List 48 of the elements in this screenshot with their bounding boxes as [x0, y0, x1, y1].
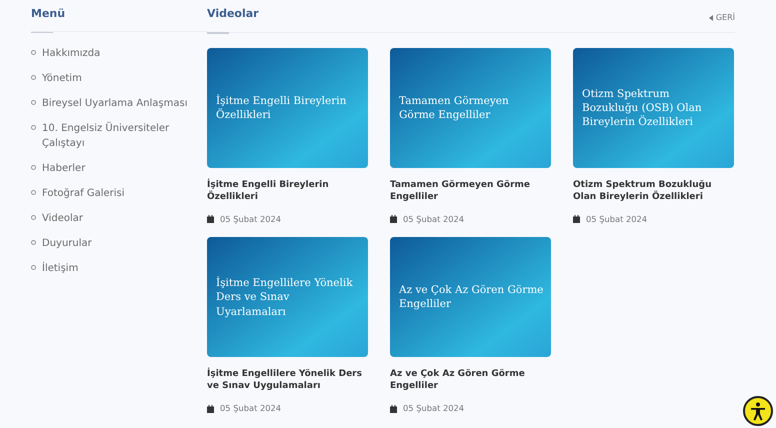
video-thumbnail[interactable]: İşitme Engellilere Yönelik Ders ve Sınav Uyarlamaları [207, 237, 368, 358]
bullet-icon [31, 100, 36, 104]
sidebar-title: Menü [31, 6, 66, 22]
thumbnail-caption: Az ve Çok Az Gören Görme Engelliler [399, 283, 544, 312]
menu-link[interactable]: 10. Engelsiz Üniversiteler Çalıştayı [42, 120, 207, 150]
video-thumbnail[interactable]: İşitme Engelli Bireylerin Özellikleri [207, 48, 368, 168]
thumbnail-caption: İşitme Engellilere Yönelik Ders ve Sınav Uyarlamaları [216, 276, 354, 319]
video-thumbnail[interactable]: Az ve Çok Az Gören Görme Engelliler [390, 237, 551, 358]
menu-link[interactable]: Fotoğraf Galerisi [42, 186, 125, 200]
video-date: 05 Şubat 2024 [220, 402, 282, 415]
caret-left-icon [708, 15, 713, 21]
menu-link[interactable]: Haberler [42, 160, 86, 176]
thumbnail-caption: Tamamen Görmeyen Görme Engelliler [399, 94, 510, 122]
calendar-icon [207, 215, 214, 224]
video-title[interactable]: İşitme Engellilere Yönelik Ders ve Sınav Uygulamaları [207, 368, 368, 392]
section-title: Videolar [207, 6, 259, 22]
bullet-icon [31, 190, 36, 194]
calendar-icon [573, 215, 580, 224]
back-link[interactable]: GERİ [708, 12, 735, 24]
thumbnail-caption: Otizm Spektrum Bozukluğu (OSB) Olan Bireylerin Özellikleri [582, 86, 703, 130]
accessibility-button[interactable] [743, 396, 773, 426]
calendar-icon [390, 215, 397, 224]
video-title[interactable]: Otizm Spektrum Bozukluğu Olan Bireylerin Özellikleri [573, 179, 734, 203]
video-date: 05 Şubat 2024 [403, 213, 464, 226]
video-title[interactable]: Tamamen Görmeyen Görme Engelliler [390, 179, 551, 203]
bullet-icon [31, 164, 36, 170]
bullet-icon [31, 50, 36, 54]
bullet-icon [31, 240, 36, 244]
video-thumbnail[interactable]: Tamamen Görmeyen Görme Engelliler [390, 48, 551, 168]
video-date: 05 Şubat 2024 [220, 213, 282, 226]
video-title[interactable]: Az ve Çok Az Gören Görme Engelliler [390, 368, 551, 392]
menu-link[interactable]: Duyurular [42, 236, 92, 250]
thumbnail-caption: İşitme Engelli Bireylerin Özellikleri [216, 94, 348, 122]
menu-link[interactable]: Yönetim [42, 70, 82, 86]
bullet-icon [31, 264, 36, 270]
bullet-icon [31, 124, 36, 130]
menu-link[interactable]: Hakkımızda [42, 46, 100, 60]
video-thumbnail[interactable]: Otizm Spektrum Bozukluğu (OSB) Olan Bireylerin Özellikleri [573, 48, 734, 168]
bullet-icon [31, 74, 36, 80]
menu-link[interactable]: İletişim [42, 260, 78, 276]
bullet-icon [31, 214, 36, 220]
calendar-icon [390, 404, 397, 413]
menu-link[interactable]: Videolar [42, 210, 84, 226]
video-date: 05 Şubat 2024 [586, 213, 648, 226]
calendar-icon [207, 404, 214, 413]
menu-link[interactable]: Bireysel Uyarlama Anlaşması [42, 96, 188, 110]
video-date: 05 Şubat 2024 [403, 402, 464, 415]
video-title[interactable]: İşitme Engelli Bireylerin Özellikleri [207, 179, 368, 203]
